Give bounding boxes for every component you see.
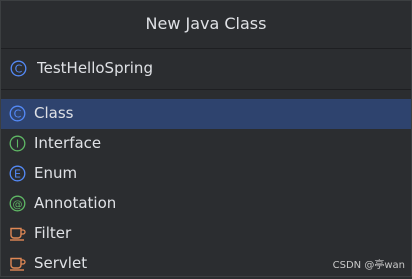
servlet-icon: [9, 255, 26, 272]
dialog-title: New Java Class: [145, 14, 267, 33]
class-kind-list: C Class I Interface E Enum @ Annotation …: [1, 99, 411, 279]
kind-item-label: Annotation: [34, 194, 117, 212]
kind-item-label: Class: [34, 104, 74, 122]
filter-icon: [9, 225, 26, 242]
class-name-row: C: [1, 48, 411, 90]
kind-item-class[interactable]: C Class: [1, 99, 411, 129]
svg-text:I: I: [16, 138, 19, 151]
class-icon: C: [9, 105, 26, 122]
svg-text:E: E: [14, 168, 21, 181]
class-name-input[interactable]: [35, 57, 397, 79]
watermark: CSDN @亭wan: [332, 260, 405, 271]
svg-text:C: C: [15, 63, 23, 76]
new-java-class-dialog: New Java Class C C Class I: [0, 0, 412, 277]
kind-item-filter[interactable]: Filter: [1, 219, 411, 249]
kind-item-label: Servlet: [34, 254, 88, 272]
svg-text:C: C: [14, 108, 22, 121]
svg-text:@: @: [13, 199, 23, 210]
kind-item-label: Filter: [34, 224, 72, 242]
class-icon: C: [10, 60, 27, 77]
kind-item-interface[interactable]: I Interface: [1, 129, 411, 159]
kind-item-annotation[interactable]: @ Annotation: [1, 189, 411, 219]
annotation-icon: @: [9, 195, 26, 212]
kind-item-label: Enum: [34, 164, 78, 182]
interface-icon: I: [9, 135, 26, 152]
kind-item-enum[interactable]: E Enum: [1, 159, 411, 189]
enum-icon: E: [9, 165, 26, 182]
kind-item-label: Interface: [34, 134, 102, 152]
